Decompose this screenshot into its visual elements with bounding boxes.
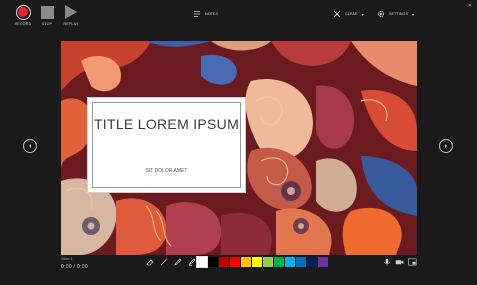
slide-subtitle: SIT DOLOR AMET <box>145 168 188 174</box>
color-swatch[interactable] <box>318 257 328 267</box>
clear-icon <box>333 10 341 18</box>
highlighter-icon <box>188 258 195 266</box>
camera-preview-button[interactable] <box>408 257 417 267</box>
notes-button[interactable]: NOTES <box>193 10 218 18</box>
media-tools <box>382 257 417 267</box>
recording-timer: 0:00 / 0:00 <box>61 264 88 270</box>
stop-label: STOP <box>41 22 53 26</box>
stop-icon <box>39 4 55 20</box>
close-button[interactable]: ✕ <box>468 3 472 9</box>
color-swatch[interactable] <box>230 257 240 267</box>
replay-button[interactable]: REPLAY <box>62 4 80 26</box>
pen-button[interactable] <box>173 257 182 267</box>
laser-pointer-icon <box>160 258 167 266</box>
color-swatch[interactable] <box>252 257 262 267</box>
color-swatch[interactable] <box>208 257 218 267</box>
chevron-down-icon: ▾ <box>361 11 364 17</box>
color-swatch[interactable] <box>307 257 317 267</box>
slide-title: TITLE LOREM IPSUM <box>93 116 240 132</box>
recording-controls: RECORD STOP REPLAY <box>14 4 80 26</box>
microphone-button[interactable] <box>382 257 391 267</box>
camera-preview-icon <box>408 258 417 266</box>
eraser-button[interactable] <box>145 257 154 267</box>
replay-label: REPLAY <box>63 22 79 26</box>
settings-button[interactable]: SETTINGS ▾ <box>377 10 414 18</box>
color-swatch[interactable] <box>274 257 284 267</box>
slide-number: Slide 1 <box>61 257 73 261</box>
notes-label: NOTES <box>205 12 219 16</box>
notes-icon <box>194 11 200 17</box>
chevron-left-icon <box>29 144 31 148</box>
chevron-down-icon: ▾ <box>412 11 415 17</box>
laser-pointer-button[interactable] <box>159 257 168 267</box>
color-swatch[interactable] <box>196 256 208 268</box>
color-swatch[interactable] <box>241 257 251 267</box>
highlighter-button[interactable] <box>187 257 196 267</box>
camera-button[interactable] <box>395 257 404 267</box>
eraser-icon <box>145 259 154 266</box>
record-label: RECORD <box>14 22 32 26</box>
next-slide-button[interactable] <box>439 139 453 153</box>
title-placeholder: TITLE LOREM IPSUM SIT DOLOR AMET <box>87 97 246 193</box>
color-swatch[interactable] <box>263 257 273 267</box>
record-icon <box>15 4 31 20</box>
slide-preview: TITLE LOREM IPSUM SIT DOLOR AMET <box>61 41 417 255</box>
camera-icon <box>395 260 404 265</box>
chevron-right-icon <box>445 144 447 148</box>
stop-button[interactable]: STOP <box>38 4 56 26</box>
settings-label: SETTINGS <box>389 12 408 16</box>
previous-slide-button[interactable] <box>23 139 37 153</box>
color-palette <box>196 256 328 268</box>
microphone-icon <box>383 258 390 266</box>
color-swatch[interactable] <box>296 257 306 267</box>
clear-label: CLEAR <box>345 12 358 16</box>
record-button[interactable]: RECORD <box>14 4 32 26</box>
pen-icon <box>173 258 181 266</box>
color-swatch[interactable] <box>285 257 295 267</box>
clear-button[interactable]: CLEAR ▾ <box>333 10 364 18</box>
gear-icon <box>377 10 385 18</box>
color-swatch[interactable] <box>219 257 229 267</box>
play-icon <box>63 4 79 20</box>
ink-tools <box>145 257 196 267</box>
title-frame <box>92 102 241 188</box>
